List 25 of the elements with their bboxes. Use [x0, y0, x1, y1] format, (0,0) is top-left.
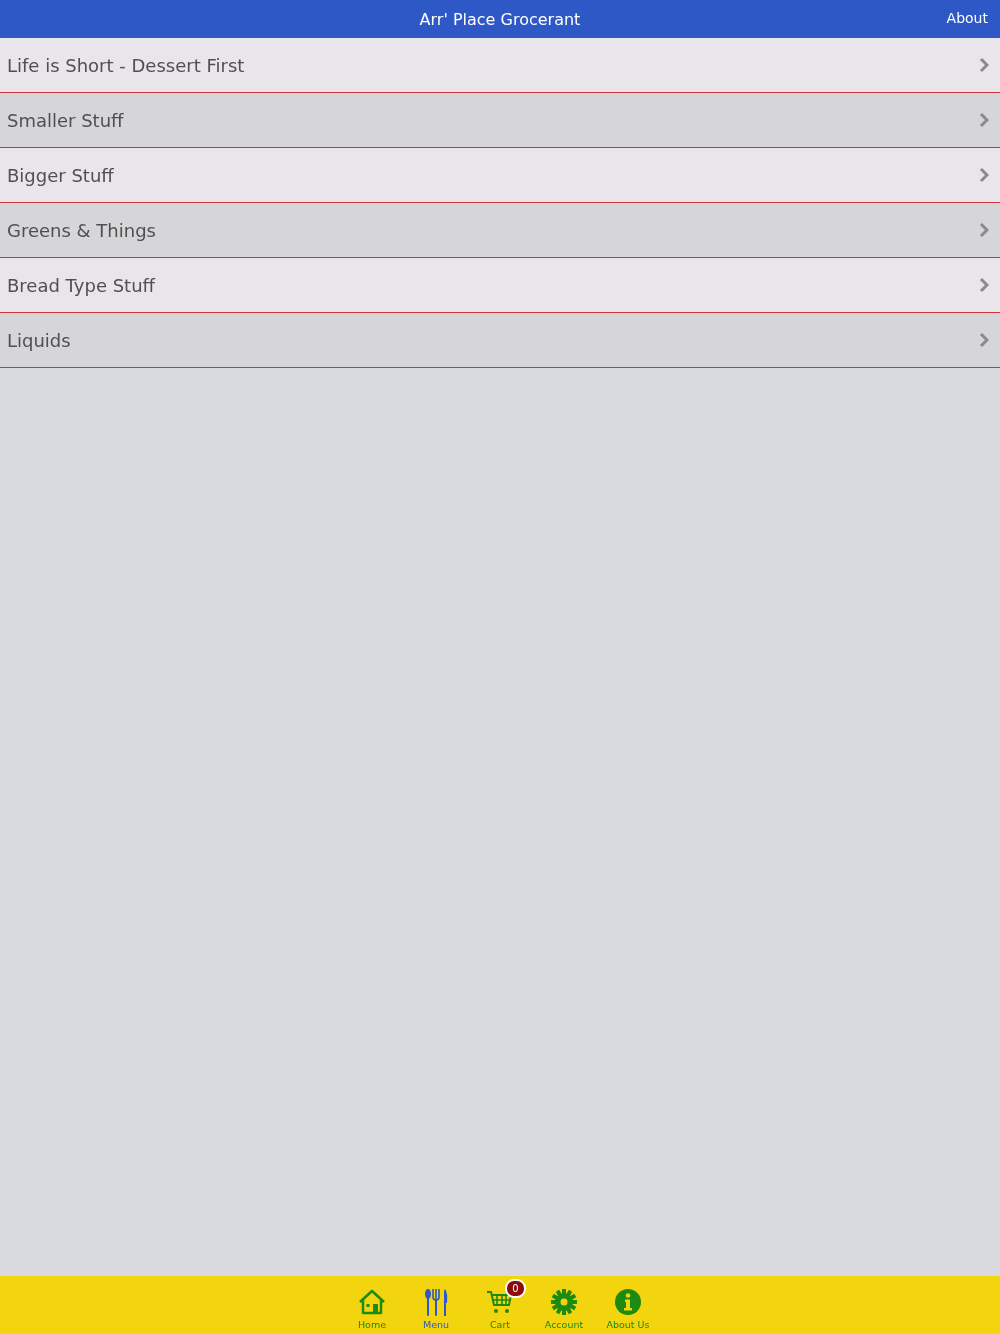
tab-button[interactable]: 0 Cart: [468, 1276, 532, 1334]
info-icon: [615, 1289, 641, 1315]
house-icon: [358, 1289, 386, 1315]
tab-button[interactable]: Account: [532, 1276, 596, 1334]
about-button[interactable]: About: [944, 10, 990, 26]
tab-button[interactable]: Home: [340, 1276, 404, 1334]
category-item[interactable]: Life is Short - Dessert First: [0, 38, 1000, 93]
chevron-icon: [979, 222, 989, 238]
category-item[interactable]: Liquids: [0, 313, 1000, 368]
chevron-icon: [979, 332, 989, 348]
tab-button[interactable]: Menu: [404, 1276, 468, 1334]
category-item[interactable]: Bread Type Stuff: [0, 258, 1000, 313]
category-item[interactable]: Smaller Stuff: [0, 93, 1000, 148]
cutlery-icon: [424, 1288, 448, 1316]
tab-button[interactable]: About Us: [596, 1276, 660, 1334]
chevron-icon: [979, 57, 989, 73]
category-item[interactable]: Greens & Things: [0, 203, 1000, 258]
chevron-icon: [979, 112, 989, 128]
chevron-icon: [979, 167, 989, 183]
gear-icon: [551, 1289, 577, 1315]
count-badge: 0: [505, 1279, 526, 1298]
category-item[interactable]: Bigger Stuff: [0, 148, 1000, 203]
cart-icon: [487, 1290, 513, 1314]
chevron-icon: [979, 277, 989, 293]
app-title: Arr' Place Grocerant: [419, 9, 581, 29]
